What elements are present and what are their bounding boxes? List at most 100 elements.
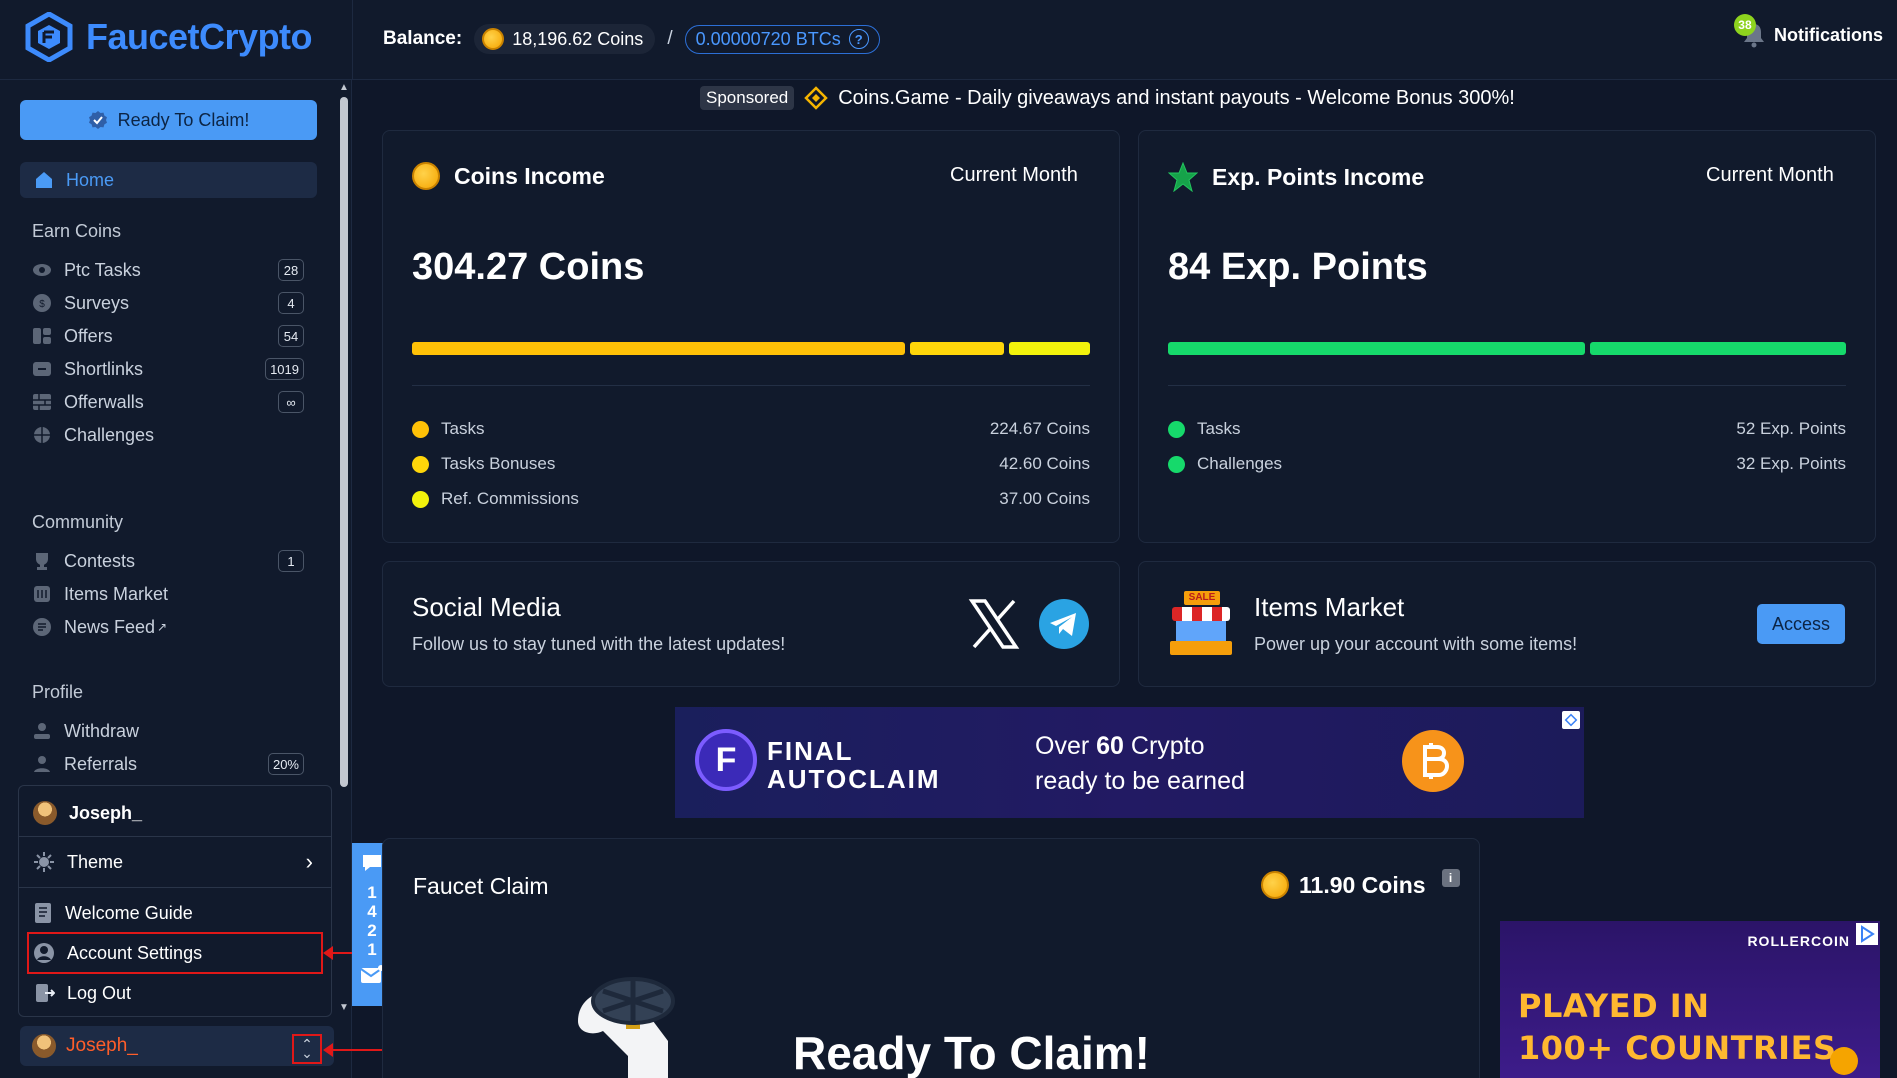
notifications-button[interactable]: 38 Notifications (1733, 14, 1883, 48)
ad-brand: FINAL AUTOCLAIM (767, 737, 941, 793)
help-icon[interactable]: ? (848, 29, 869, 49)
chat-icon (363, 855, 381, 871)
notification-count-badge: 38 (1733, 14, 1756, 36)
sidebar-item-items-market[interactable]: Items Market (32, 579, 304, 609)
coins-income-title: Coins Income (412, 162, 605, 190)
sidebar-item-offers[interactable]: Offers 54 (32, 321, 304, 351)
sidebar-item-label: Withdraw (64, 720, 140, 741)
sidebar-item-offerwalls[interactable]: Offerwalls ∞ (32, 387, 304, 417)
ready-to-claim-label: Ready To Claim! (117, 109, 250, 130)
coins-income-period: Current Month (950, 164, 1078, 186)
sidebar-item-challenges[interactable]: Challenges (32, 420, 304, 450)
info-icon[interactable]: i (1441, 869, 1460, 887)
home-icon (36, 172, 52, 188)
count-badge: 4 (278, 292, 304, 314)
coin-icon (1261, 871, 1289, 899)
income-row-value: 224.67 Coins (989, 419, 1090, 438)
sidebar-scroll-thumb[interactable] (340, 97, 348, 787)
balance-bar: Balance: 18,196.62 Coins / 0.00000720 BT… (383, 24, 880, 54)
scroll-down-arrow-icon[interactable]: ▼ (339, 1003, 349, 1013)
sidebar-item-ptc-tasks[interactable]: Ptc Tasks 28 (32, 255, 304, 285)
ad-headline-line2: ready to be earned (1035, 767, 1245, 795)
income-row-label: Challenges (1197, 454, 1283, 473)
count-badge: 28 (278, 259, 304, 281)
book-icon (35, 903, 51, 923)
avatar (33, 801, 57, 825)
sidebar-item-surveys[interactable]: $ Surveys 4 (32, 288, 304, 318)
faucet-claim-card: Faucet Claim 11.90 Coins i Ready To Clai… (382, 838, 1480, 1078)
bell-icon: 38 (1733, 14, 1766, 48)
sidebar-item-contests[interactable]: Contests 1 (32, 546, 304, 576)
income-row-label: Tasks (1197, 419, 1241, 438)
telegram-icon[interactable] (1039, 599, 1089, 649)
legend-dot (1168, 420, 1185, 438)
verified-badge-icon (88, 111, 107, 129)
menu-item-welcome-guide[interactable]: Welcome Guide (19, 898, 331, 928)
wall-icon (33, 394, 51, 410)
logout-icon (36, 984, 55, 1002)
coin-balance-value: 18,196.62 Coins (512, 28, 644, 49)
count-badge: 20% (267, 753, 304, 775)
coins-income-title-text: Coins Income (454, 162, 605, 189)
income-row-label: Tasks Bonuses (441, 454, 556, 473)
btc-balance-value: 0.00000720 BTCs (695, 28, 841, 49)
coin-icon (1830, 1047, 1858, 1075)
x-twitter-icon[interactable] (968, 598, 1020, 650)
coin-icon (412, 162, 440, 190)
access-button[interactable]: Access (1757, 604, 1845, 644)
rollercoin-ad[interactable]: ROLLERCOIN PLAYED IN 100+ COUNTRIES (1500, 921, 1880, 1078)
ad-headline: Over 60 Crypto ready to be earned (1035, 729, 1245, 799)
legend-dot (412, 455, 429, 473)
user-account-bar[interactable]: Joseph_ (20, 1026, 334, 1066)
final-autoclaim-ad-banner[interactable]: F FINAL AUTOCLAIM Over 60 Crypto ready t… (675, 707, 1584, 818)
ad-headline-number: 60 (1096, 732, 1124, 760)
chat-count-digit: 1 (367, 883, 377, 902)
highlight-box-account-settings (27, 932, 323, 974)
external-link-icon: ↗ (157, 620, 168, 634)
expand-collapse-toggle-icon[interactable]: ⌃ ⌄ (292, 1034, 322, 1064)
income-breakdown-row: Tasks (1168, 418, 1240, 440)
menu-item-log-out[interactable]: Log Out (19, 978, 331, 1008)
log-out-label: Log Out (67, 982, 132, 1003)
section-title-profile: Profile (32, 682, 84, 702)
sidebar-item-label: Challenges (64, 424, 155, 445)
income-breakdown-row: Tasks Bonuses (412, 453, 555, 475)
ad-choices-icon[interactable] (1856, 923, 1878, 945)
sidebar-item-referrals[interactable]: Referrals 20% (32, 749, 304, 779)
brand-logo[interactable]: FaucetCrypto (24, 12, 313, 62)
faucet-reward-value: 11.90 Coins (1299, 871, 1426, 898)
btc-balance: 0.00000720 BTCs ? (684, 24, 880, 54)
balance-label: Balance: (383, 28, 463, 49)
rollercoin-brand: ROLLERCOIN (1747, 933, 1850, 949)
coins-game-icon (804, 86, 829, 110)
sidebar-item-shortlinks[interactable]: Shortlinks 1019 (32, 354, 304, 384)
chat-count-digit: 2 (367, 921, 377, 940)
username-label: Joseph_ (69, 802, 143, 823)
sidebar-item-home[interactable]: Home (20, 162, 317, 198)
sponsored-tag: Sponsored (700, 86, 795, 110)
user-dropdown-menu: Joseph_ Theme › Welcome Guide Account Se… (18, 785, 332, 1017)
sponsored-banner[interactable]: Sponsored Coins.Game - Daily giveaways a… (700, 84, 1515, 112)
theme-label: Theme (67, 851, 124, 872)
ad-choices-icon[interactable] (1562, 711, 1580, 729)
chevron-right-icon: › (305, 849, 313, 874)
ad-brand-line1: FINAL (767, 736, 854, 766)
menu-divider (19, 887, 331, 888)
sidebar-item-label: Ptc Tasks (64, 259, 141, 280)
sidebar-item-withdraw[interactable]: Withdraw (32, 716, 304, 746)
sidebar-item-news-feed[interactable]: News Feed ↗ (32, 612, 304, 642)
divider (1168, 385, 1846, 386)
rollercoin-line2: 100+ COUNTRIES (1518, 1029, 1837, 1067)
income-row-value: 32 Exp. Points (1736, 454, 1846, 473)
income-row-label: Ref. Commissions (441, 489, 579, 508)
header-divider (352, 0, 353, 80)
sidebar-item-label: Items Market (64, 583, 169, 604)
ready-to-claim-button[interactable]: Ready To Claim! (20, 100, 317, 140)
sidebar-item-label: Referrals (64, 753, 138, 774)
mail-icon (360, 965, 384, 983)
menu-item-theme[interactable]: Theme › (19, 847, 331, 877)
legend-dot (412, 490, 429, 508)
ad-headline-pre: Over (1035, 732, 1097, 760)
social-media-title: Social Media (412, 592, 561, 622)
scroll-up-arrow-icon[interactable]: ▲ (339, 83, 349, 93)
